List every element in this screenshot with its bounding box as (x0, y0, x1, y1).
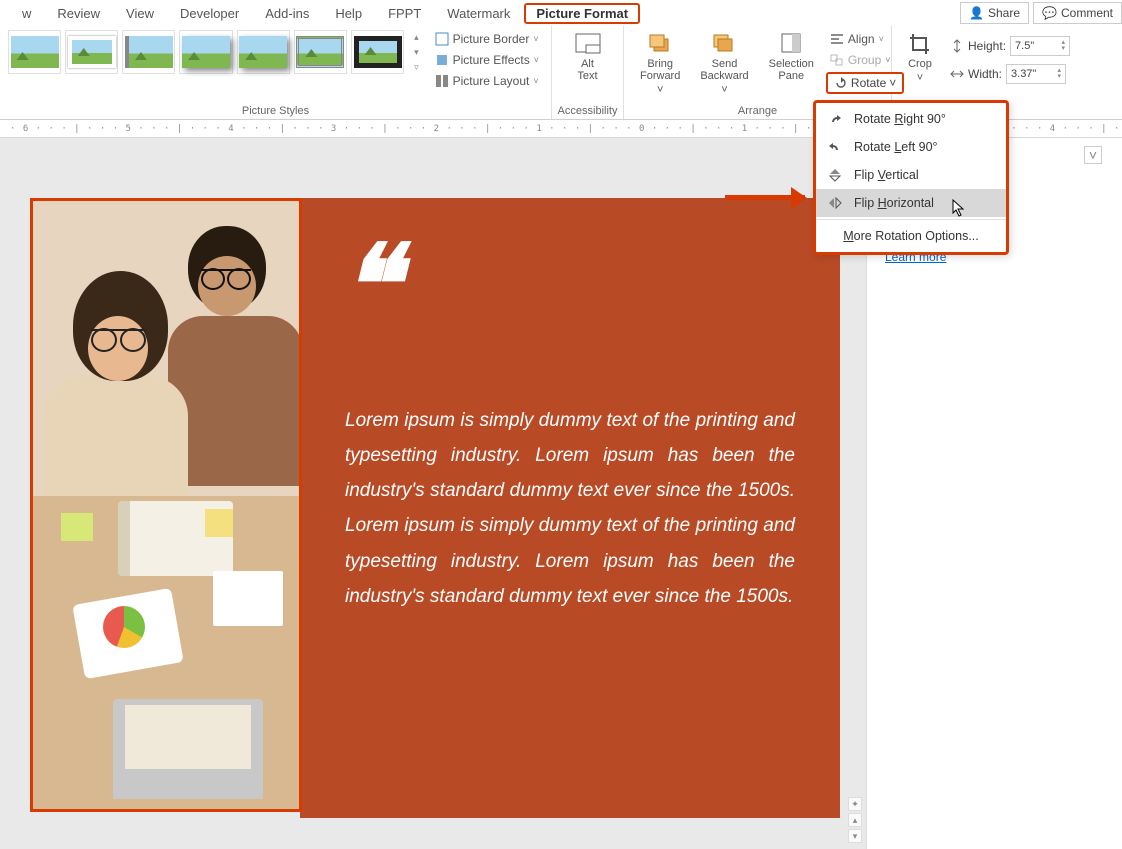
slide[interactable]: ❝ Lorem ipsum is simply dummy text of th… (0, 198, 850, 848)
comment-button[interactable]: 💬 Comment (1033, 2, 1122, 24)
crop-icon (908, 32, 932, 56)
picture-effects-label: Picture Effects (453, 53, 530, 67)
pane-expand-icon[interactable]: ˅ (1084, 146, 1102, 164)
height-label: Height: (968, 39, 1006, 53)
share-icon: 👤 (969, 6, 984, 20)
style-thumb-6[interactable] (294, 30, 347, 74)
alt-text-icon (574, 32, 602, 56)
group-icon (830, 54, 844, 66)
tab-watermark[interactable]: Watermark (435, 2, 522, 25)
flip-vertical-icon (826, 168, 844, 182)
height-icon (950, 39, 964, 53)
rotate-dropdown: Rotate Right 90° Rotate Left 90° Flip Ve… (813, 100, 1009, 255)
group-label-accessibility: Accessibility (552, 105, 623, 117)
more-rotation-options-item[interactable]: More Rotation Options... (816, 222, 1006, 250)
rotate-right-90-item[interactable]: Rotate Right 90° (816, 105, 1006, 133)
bring-forward-icon (647, 32, 673, 56)
width-icon (950, 67, 964, 81)
flip-horizontal-icon (826, 196, 844, 210)
style-thumb-3[interactable] (122, 30, 175, 74)
group-picture-styles: ▴ ▾ ▿ Picture Border˅ Picture Effects˅ P… (0, 26, 552, 119)
comment-icon: 💬 (1042, 6, 1057, 20)
align-label: Align (848, 32, 875, 46)
width-value: 3.37" (1011, 68, 1036, 80)
tab-fppt[interactable]: FPPT (376, 2, 433, 25)
style-thumb-2[interactable] (65, 30, 118, 74)
style-thumb-5[interactable] (237, 30, 290, 74)
height-value: 7.5" (1015, 40, 1034, 52)
tab-addins[interactable]: Add-ins (253, 2, 321, 25)
layout-icon (435, 74, 449, 88)
group-accessibility: Alt Text Accessibility (552, 26, 624, 119)
picture-border-button[interactable]: Picture Border˅ (431, 30, 543, 48)
style-thumb-1[interactable] (8, 30, 61, 74)
selection-pane-label: Selection Pane (769, 58, 814, 82)
styles-more-down[interactable]: ▾ (412, 45, 421, 60)
selected-picture[interactable] (30, 198, 302, 812)
share-label: Share (988, 6, 1020, 20)
rotate-right-label: Rotate Right 90° (854, 112, 946, 126)
selection-pane-button[interactable]: Selection Pane (761, 30, 822, 84)
tab-developer[interactable]: Developer (168, 2, 251, 25)
share-button[interactable]: 👤 Share (960, 2, 1029, 24)
crop-label: Crop (908, 58, 932, 70)
alt-text-label: Alt Text (577, 58, 597, 82)
style-thumb-7[interactable] (351, 30, 404, 74)
rotate-icon (834, 77, 848, 89)
flip-horizontal-label: Flip Horizontal (854, 196, 934, 210)
bring-forward-label: Bring Forward (640, 58, 680, 82)
send-backward-label: Send Backward (700, 58, 748, 82)
fit-slide-button[interactable]: ✦ (848, 797, 862, 811)
width-label: Width: (968, 67, 1002, 81)
tab-review[interactable]: Review (45, 2, 112, 25)
crop-button[interactable]: Crop ˅ (900, 30, 940, 86)
picture-layout-label: Picture Layout (453, 74, 530, 88)
rotate-left-label: Rotate Left 90° (854, 140, 938, 154)
flip-vertical-item[interactable]: Flip Vertical (816, 161, 1006, 189)
comment-label: Comment (1061, 6, 1113, 20)
slide-nav-buttons: ✦ ▴ ▾ (848, 797, 862, 843)
tab-help[interactable]: Help (323, 2, 374, 25)
picture-content (33, 201, 299, 809)
more-rotation-label: More Rotation Options... (843, 229, 979, 243)
flip-horizontal-item[interactable]: Flip Horizontal (816, 189, 1006, 217)
prev-slide-button[interactable]: ▴ (848, 813, 862, 827)
tab-picture-format[interactable]: Picture Format (524, 3, 640, 24)
send-backward-icon (711, 32, 737, 56)
align-icon (830, 33, 844, 45)
send-backward-button[interactable]: Send Backward˅ (692, 30, 756, 98)
selection-pane-icon (780, 32, 802, 56)
quote-decoration: ❝ (340, 253, 371, 319)
style-thumb-4[interactable] (179, 30, 232, 74)
dropdown-separator (816, 219, 1006, 220)
picture-layout-button[interactable]: Picture Layout˅ (431, 72, 543, 90)
flip-vertical-label: Flip Vertical (854, 168, 919, 182)
picture-effects-button[interactable]: Picture Effects˅ (431, 51, 543, 69)
rotate-left-90-item[interactable]: Rotate Left 90° (816, 133, 1006, 161)
styles-more-up[interactable]: ▴ (412, 30, 421, 45)
styles-more-launch[interactable]: ▿ (412, 60, 421, 75)
tab-partial[interactable]: w (10, 2, 43, 25)
bring-forward-button[interactable]: Bring Forward˅ (632, 30, 688, 98)
slide-body-text: Lorem ipsum is simply dummy text of the … (345, 403, 795, 614)
next-slide-button[interactable]: ▾ (848, 829, 862, 843)
group-label-picture-styles: Picture Styles (0, 105, 551, 117)
picture-border-label: Picture Border (453, 32, 530, 46)
rotate-right-icon (826, 112, 844, 126)
rotate-left-icon (826, 140, 844, 154)
tab-view[interactable]: View (114, 2, 166, 25)
alt-text-button[interactable]: Alt Text (566, 30, 610, 84)
ribbon-tabs: w Review View Developer Add-ins Help FPP… (0, 0, 1122, 26)
height-control[interactable]: Height: 7.5"▴▾ (950, 36, 1070, 56)
width-control[interactable]: Width: 3.37"▴▾ (950, 64, 1070, 84)
rotate-label: Rotate (851, 76, 886, 90)
effects-icon (435, 53, 449, 67)
pen-border-icon (435, 32, 449, 46)
annotation-arrow (725, 195, 805, 200)
mouse-cursor (952, 199, 966, 220)
group-btn-label: Group (848, 53, 881, 67)
